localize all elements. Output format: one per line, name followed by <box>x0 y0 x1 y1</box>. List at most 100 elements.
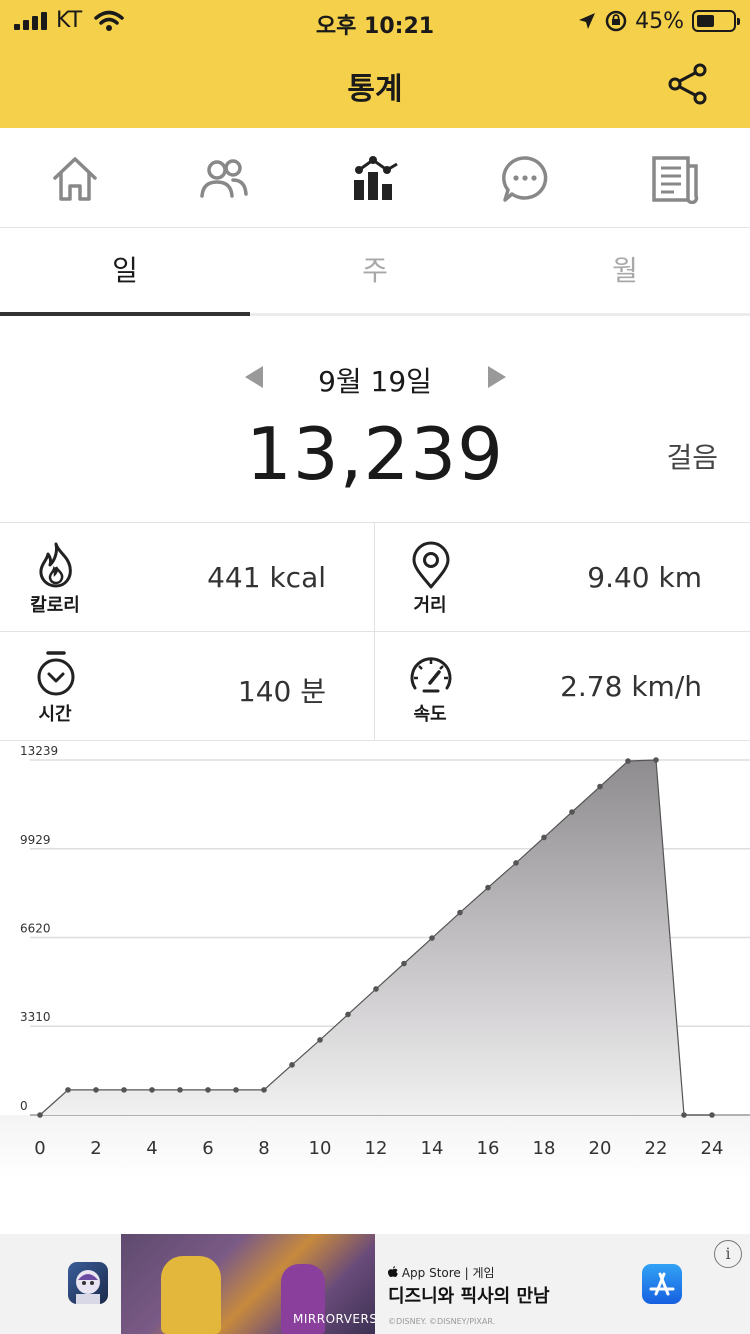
distance-label: 거리 <box>413 595 447 616</box>
data-point <box>149 1087 155 1093</box>
y-tick-label: 6620 <box>20 921 51 935</box>
data-point <box>373 986 379 992</box>
status-right: 45% <box>577 8 740 34</box>
y-tick-label: 9929 <box>20 833 51 847</box>
data-point <box>37 1112 43 1118</box>
app-store-a-icon <box>649 1272 675 1296</box>
page-title: 통계 <box>347 72 403 107</box>
location-pin-icon <box>412 541 450 589</box>
data-point <box>205 1087 211 1093</box>
data-point <box>121 1087 127 1093</box>
stats-grid: 칼로리 441 kcal 거리 9.40 km 시간 140 분 속도 2.78… <box>0 522 750 741</box>
data-point <box>541 834 547 841</box>
data-point <box>93 1087 99 1093</box>
rotation-lock-icon <box>605 10 627 32</box>
data-point <box>457 909 463 916</box>
calories-label: 칼로리 <box>30 595 80 616</box>
steps-count: 13,239 <box>246 412 504 496</box>
data-point <box>485 884 491 891</box>
ad-info-icon[interactable]: i <box>714 1240 742 1268</box>
data-point <box>653 757 659 763</box>
x-tick-label: 22 <box>645 1138 668 1159</box>
chat-icon[interactable] <box>500 154 550 204</box>
data-point <box>709 1112 715 1118</box>
news-icon[interactable] <box>650 154 700 204</box>
data-point <box>317 1037 323 1043</box>
data-point <box>289 1062 295 1068</box>
icon-nav <box>0 128 750 228</box>
ad-source-label: App Store | 게임 <box>401 1266 495 1280</box>
speed-value: 2.78 km/h <box>560 670 702 703</box>
tab-day[interactable]: 일 <box>0 228 250 316</box>
x-tick-label: 0 <box>34 1138 45 1159</box>
distance-value: 9.40 km <box>587 561 702 594</box>
hourly-steps-chart: 0 3310 6620 9929 13239 0 2 4 6 8 10 12 14 16 18 20 22 24 <box>0 740 750 1180</box>
data-point <box>569 809 575 815</box>
buzz-character-icon <box>76 1270 100 1304</box>
tab-week[interactable]: 주 <box>250 228 500 316</box>
date-label: 9월 19일 <box>318 365 432 398</box>
ad-game-logo: MIRRORVERSE <box>293 1312 375 1326</box>
x-tick-label: 10 <box>309 1138 332 1159</box>
steps-unit: 걸음 <box>666 441 718 474</box>
x-tick-label: 16 <box>477 1138 500 1159</box>
x-tick-label: 6 <box>202 1138 213 1159</box>
data-point <box>233 1087 239 1093</box>
ad-banner[interactable]: MIRRORVERSE App Store | 게임 디즈니와 픽사의 만남 ©… <box>0 1234 750 1334</box>
ad-app-icon[interactable] <box>68 1262 108 1304</box>
stopwatch-icon <box>37 651 75 696</box>
battery-percent: 45% <box>635 8 684 34</box>
calories-cell: 칼로리 441 kcal <box>0 523 375 632</box>
data-point <box>597 783 603 790</box>
data-point <box>401 960 407 967</box>
speed-cell: 속도 2.78 km/h <box>375 632 750 741</box>
share-icon[interactable] <box>666 62 710 106</box>
x-tick-label: 8 <box>258 1138 269 1159</box>
y-tick-label: 0 <box>20 1099 28 1113</box>
speedometer-icon <box>410 657 452 693</box>
app-store-icon[interactable] <box>642 1264 682 1304</box>
next-day-arrow-icon[interactable] <box>488 366 506 388</box>
ad-image[interactable]: MIRRORVERSE <box>121 1234 375 1334</box>
apple-icon <box>388 1266 398 1277</box>
ad-source: App Store | 게임 <box>388 1264 495 1281</box>
time-cell: 시간 140 분 <box>0 632 375 741</box>
data-point <box>65 1087 71 1093</box>
distance-cell: 거리 9.40 km <box>375 523 750 632</box>
period-tabs: 일 주 월 <box>0 228 750 316</box>
y-tick-label: 13239 <box>20 744 58 758</box>
ad-copyright: ©DISNEY. ©DISNEY/PIXAR. <box>388 1317 496 1326</box>
battery-icon <box>692 10 740 32</box>
tab-month[interactable]: 월 <box>500 228 750 316</box>
friends-icon[interactable] <box>199 154 249 204</box>
ad-title[interactable]: 디즈니와 픽사의 만남 <box>388 1282 550 1308</box>
home-icon[interactable] <box>50 154 100 204</box>
x-tick-label: 2 <box>90 1138 101 1159</box>
data-point <box>261 1087 267 1093</box>
active-tab-indicator <box>0 312 250 316</box>
x-tick-label: 20 <box>589 1138 612 1159</box>
time-value: 140 분 <box>237 675 326 708</box>
x-tick-label: 12 <box>365 1138 388 1159</box>
app-bar: 통계 <box>0 40 750 128</box>
data-point <box>345 1011 351 1018</box>
calories-value: 441 kcal <box>207 561 326 594</box>
flame-icon <box>39 542 72 588</box>
data-point <box>177 1087 183 1093</box>
stats-icon[interactable] <box>350 154 400 204</box>
data-point <box>681 1112 687 1118</box>
y-tick-label: 3310 <box>20 1010 51 1024</box>
data-point <box>429 935 435 941</box>
time-label: 시간 <box>38 704 72 725</box>
x-tick-label: 4 <box>146 1138 157 1159</box>
x-tick-label: 18 <box>533 1138 556 1159</box>
hourly-steps-chart-svg: 0331066209929132390 2 4 6 8 10 12 14 16 18 20 22 24 <box>0 744 750 1180</box>
x-tick-label: 14 <box>421 1138 444 1159</box>
speed-label: 속도 <box>413 704 447 725</box>
ad-character-figure <box>161 1256 221 1334</box>
x-tick-label: 24 <box>701 1138 724 1159</box>
date-navigator: 9월 19일 <box>0 358 750 398</box>
location-arrow-icon <box>579 13 596 29</box>
data-point <box>513 860 519 866</box>
data-point <box>625 758 631 764</box>
